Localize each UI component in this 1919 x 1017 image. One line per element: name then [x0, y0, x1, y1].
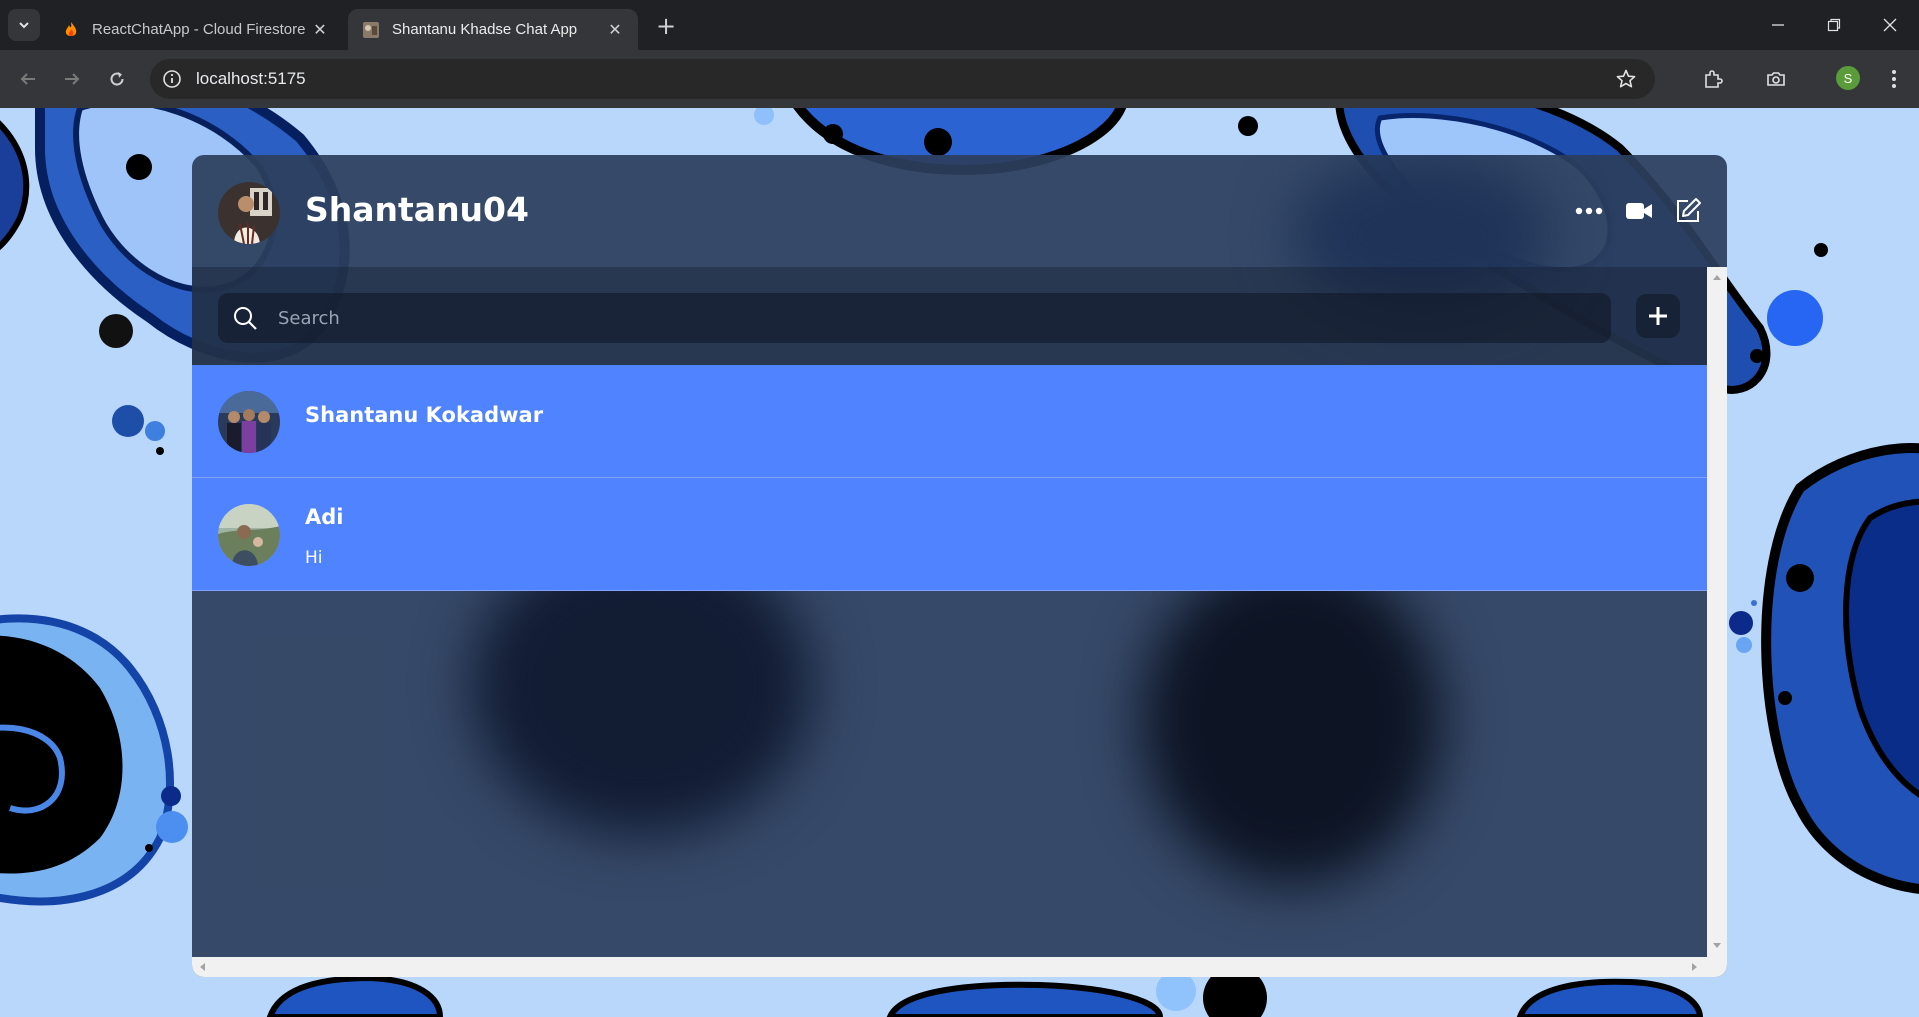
browser-toolbar: localhost:5175 S — [0, 50, 1919, 108]
contact-avatar — [218, 391, 280, 453]
current-username: Shantanu04 — [305, 190, 529, 229]
horizontal-scrollbar[interactable] — [192, 957, 1727, 977]
user-info-header: Shantanu04 — [192, 155, 1727, 267]
scroll-down-icon[interactable] — [1713, 943, 1721, 948]
profile-avatar[interactable]: S — [1836, 66, 1860, 90]
more-options-button[interactable] — [1573, 195, 1605, 227]
camera-icon — [1767, 72, 1785, 86]
chat-list-item[interactable]: Shantanu Kokadwar — [192, 365, 1707, 478]
contact-avatar — [218, 504, 280, 566]
chat-list-item[interactable]: Adi Hi — [192, 478, 1707, 591]
search-bar[interactable] — [218, 293, 1611, 343]
video-call-button[interactable] — [1623, 195, 1655, 227]
restore-icon — [1827, 18, 1841, 32]
arrow-right-icon — [65, 73, 80, 85]
address-bar[interactable]: localhost:5175 — [150, 59, 1655, 99]
scroll-left-icon[interactable] — [200, 963, 205, 971]
vertical-scrollbar[interactable] — [1707, 267, 1727, 957]
reload-icon — [110, 72, 124, 86]
close-icon[interactable]: ✕ — [311, 20, 329, 40]
chat-list-panel: Shantanu04 Search Shantanu Kokadwar Adi … — [192, 155, 1727, 977]
contact-name: Shantanu Kokadwar — [305, 403, 544, 427]
arrow-left-icon — [20, 73, 35, 85]
tab-chat-app[interactable]: Shantanu Khadse Chat App ✕ — [348, 9, 638, 50]
screenshot-button[interactable] — [1762, 65, 1790, 93]
forward-button[interactable] — [58, 65, 86, 93]
browser-menu-button[interactable] — [1880, 65, 1908, 93]
close-icon — [1883, 18, 1897, 32]
back-button[interactable] — [14, 65, 42, 93]
app-favicon-icon — [363, 21, 379, 38]
plus-icon — [1649, 307, 1667, 325]
more-icon — [1575, 207, 1603, 215]
contact-photo — [218, 504, 280, 566]
add-user-button[interactable] — [1636, 294, 1680, 338]
browser-tab-bar: ReactChatApp - Cloud Firestore ✕ Shantan… — [0, 0, 1919, 50]
close-icon[interactable]: ✕ — [606, 20, 624, 40]
tab-firestore[interactable]: ReactChatApp - Cloud Firestore ✕ — [48, 9, 343, 50]
reload-button[interactable] — [103, 65, 131, 93]
edit-button[interactable] — [1672, 195, 1704, 227]
minimize-button[interactable] — [1758, 10, 1798, 40]
chevron-down-icon — [19, 22, 29, 29]
page-viewport: Shantanu04 Search Shantanu Kokadwar Adi … — [0, 108, 1919, 1017]
search-icon — [234, 307, 257, 330]
kebab-menu-icon — [1892, 70, 1896, 88]
tab-title: Shantanu Khadse Chat App — [392, 21, 578, 38]
last-message: Hi — [305, 548, 323, 568]
window-close-button[interactable] — [1870, 10, 1910, 40]
user-avatar[interactable] — [218, 182, 280, 244]
video-icon — [1626, 203, 1652, 219]
firebase-icon — [65, 21, 77, 36]
bookmark-star-icon[interactable] — [1615, 68, 1637, 90]
tab-search-button[interactable] — [8, 9, 40, 41]
site-info-icon[interactable] — [162, 69, 182, 89]
search-row — [192, 267, 1707, 365]
chat-list: Shantanu Kokadwar Adi Hi — [192, 267, 1707, 957]
tab-title: ReactChatApp - Cloud Firestore — [92, 21, 306, 38]
extensions-button[interactable] — [1699, 65, 1727, 93]
edit-icon — [1677, 198, 1701, 222]
scroll-right-icon[interactable] — [1692, 963, 1697, 971]
user-photo — [218, 182, 280, 244]
url-text: localhost:5175 — [196, 69, 306, 88]
scroll-up-icon[interactable] — [1713, 275, 1721, 280]
contact-name: Adi — [305, 505, 344, 529]
search-input[interactable] — [278, 293, 1598, 343]
contact-photo — [218, 391, 280, 453]
new-tab-button[interactable]: + — [652, 12, 680, 40]
minimize-icon — [1772, 24, 1784, 26]
puzzle-icon — [1705, 70, 1723, 88]
restore-button[interactable] — [1814, 10, 1854, 40]
